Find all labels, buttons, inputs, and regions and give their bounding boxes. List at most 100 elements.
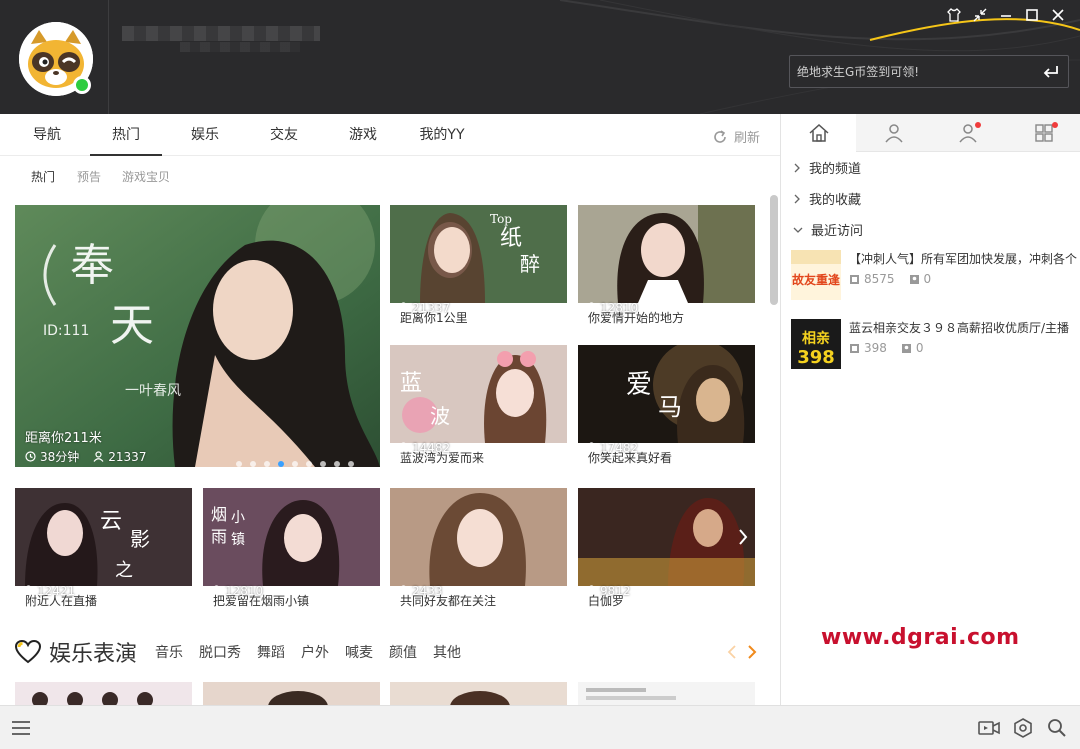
live-card[interactable]: 9812 白伽罗 xyxy=(578,488,755,616)
carousel-dot[interactable] xyxy=(292,461,298,467)
content-scrollbar[interactable] xyxy=(769,195,779,705)
live-card[interactable] xyxy=(203,682,380,705)
carousel-dot[interactable] xyxy=(320,461,326,467)
skin-shirt-icon[interactable] xyxy=(946,6,962,24)
my-channels-label: 我的频道 xyxy=(809,162,862,177)
category-dance[interactable]: 舞蹈 xyxy=(257,642,285,662)
live-card[interactable] xyxy=(390,682,567,705)
enter-icon[interactable] xyxy=(1042,63,1060,81)
tab-profile[interactable] xyxy=(856,114,931,152)
carousel-dot-active[interactable] xyxy=(278,461,284,467)
live-card[interactable]: 云影之 12421 附近人在直播 xyxy=(15,488,192,616)
search-icon[interactable] xyxy=(1046,718,1068,738)
carousel-dot[interactable] xyxy=(236,461,242,467)
category-shout-mic[interactable]: 喊麦 xyxy=(345,642,373,662)
live-card[interactable] xyxy=(15,682,192,705)
chevron-right-icon xyxy=(794,194,800,203)
category-music[interactable]: 音乐 xyxy=(155,642,183,662)
minimize-icon[interactable] xyxy=(998,6,1014,24)
menu-icon[interactable] xyxy=(10,718,32,738)
carousel-dot[interactable] xyxy=(348,461,354,467)
live-card-title[interactable]: 共同好友都在关注 xyxy=(400,592,496,609)
scrollbar-thumb[interactable] xyxy=(770,195,778,305)
tab-my-yy[interactable]: 我的YY xyxy=(410,114,474,156)
header-divider xyxy=(108,0,109,114)
svg-text:蓝: 蓝 xyxy=(400,371,422,396)
tab-home[interactable] xyxy=(781,114,856,152)
live-card[interactable]: 纸醉 Top 21337 距离你1公里 xyxy=(390,205,567,333)
carousel-dot[interactable] xyxy=(334,461,340,467)
category-other[interactable]: 其他 xyxy=(433,642,461,662)
viewers-icon xyxy=(850,274,859,284)
refresh-label: 刷新 xyxy=(734,131,761,146)
signature-blurred xyxy=(180,42,300,52)
live-card-title[interactable]: 白伽罗 xyxy=(588,592,624,609)
tab-friends[interactable] xyxy=(931,114,1006,152)
tab-apps[interactable] xyxy=(1006,114,1080,152)
live-card[interactable]: 蓝波 14482 蓝波湾为爱而来 xyxy=(390,345,567,473)
carousel-dot[interactable] xyxy=(306,461,312,467)
live-card[interactable]: 烟雨小镇 12810 把爱留在烟雨小镇 xyxy=(203,488,380,616)
chevron-left-icon[interactable] xyxy=(727,644,737,660)
live-card[interactable]: 2433 共同好友都在关注 xyxy=(390,488,567,616)
carousel-dot[interactable] xyxy=(250,461,256,467)
live-card[interactable] xyxy=(578,682,755,705)
search-input[interactable] xyxy=(797,63,1027,81)
subtab-hot[interactable]: 热门 xyxy=(31,168,55,185)
svg-text:相亲: 相亲 xyxy=(802,330,830,347)
tab-entertainment[interactable]: 娱乐 xyxy=(178,114,232,156)
tab-social[interactable]: 交友 xyxy=(257,114,311,156)
recent-item-stats: 8575 0 xyxy=(849,272,931,286)
category-looks[interactable]: 颜值 xyxy=(389,642,417,662)
subtab-game-babe[interactable]: 游戏宝贝 xyxy=(122,168,170,185)
live-card-title[interactable]: 你爱情开始的地方 xyxy=(588,309,684,326)
tab-hot[interactable]: 热门 xyxy=(90,114,162,156)
recent-item-fans: 0 xyxy=(923,272,932,286)
live-card-title[interactable]: 附近人在直播 xyxy=(25,592,97,609)
my-channels-toggle[interactable]: 我的频道 xyxy=(793,158,861,177)
svg-text:398: 398 xyxy=(797,347,835,368)
featured-banner[interactable]: 奉 天 ID:111 一叶春风 距离你211米 38分钟 21337 xyxy=(15,205,380,467)
live-card[interactable]: 12810 你爱情开始的地方 xyxy=(578,205,755,333)
live-card-title[interactable]: 把爱留在烟雨小镇 xyxy=(213,592,309,609)
live-card-title[interactable]: 你笑起来真好看 xyxy=(588,449,672,466)
viewers-icon xyxy=(850,343,859,353)
video-record-icon[interactable] xyxy=(978,718,1000,738)
recent-visits-toggle[interactable]: 最近访问 xyxy=(793,220,863,239)
search-box[interactable] xyxy=(789,55,1069,88)
live-card-thumb xyxy=(203,682,380,705)
refresh-button[interactable]: 刷新 xyxy=(712,127,760,146)
svg-text:ID:111: ID:111 xyxy=(43,323,89,339)
recent-item[interactable]: 相亲 398 蓝云相亲交友３９８高薪招收优质厅/主播 398 0 xyxy=(791,319,1080,371)
online-status-dot xyxy=(73,76,91,94)
recent-item-logo: 相亲 398 xyxy=(791,319,841,369)
chevron-right-icon[interactable] xyxy=(747,644,757,660)
recent-item-stats: 398 0 xyxy=(849,341,924,355)
settings-hexagon-icon[interactable] xyxy=(1012,718,1034,738)
live-card-thumb xyxy=(390,682,567,705)
shrink-icon[interactable] xyxy=(972,6,988,24)
subtab-preview[interactable]: 预告 xyxy=(77,168,101,185)
category-talk-show[interactable]: 脱口秀 xyxy=(199,642,241,662)
close-icon[interactable] xyxy=(1050,6,1066,24)
live-card[interactable]: 爱马 17482 你笑起来真好看 xyxy=(578,345,755,473)
carousel-dots xyxy=(236,461,354,467)
category-outdoor[interactable]: 户外 xyxy=(301,642,329,662)
my-favorites-toggle[interactable]: 我的收藏 xyxy=(793,189,861,208)
banner-meta: 38分钟 21337 xyxy=(25,448,146,465)
live-card-title[interactable]: 蓝波湾为爱而来 xyxy=(400,449,484,466)
main-tabs: 导航 热门 娱乐 交友 游戏 我的YY 刷新 xyxy=(0,114,780,156)
svg-text:影: 影 xyxy=(130,527,150,551)
maximize-icon[interactable] xyxy=(1024,6,1040,24)
home-icon xyxy=(809,123,828,142)
recent-item[interactable]: 故友重逢 【冲刺人气】所有军团加快发展，冲刺各个 8575 0 xyxy=(791,250,1080,302)
heart-icon xyxy=(15,640,41,664)
carousel-dot[interactable] xyxy=(264,461,270,467)
site-watermark: www.dgrai.com xyxy=(821,625,1020,650)
username-blurred xyxy=(122,26,320,41)
tab-games[interactable]: 游戏 xyxy=(336,114,390,156)
svg-text:一叶春风: 一叶春风 xyxy=(125,383,181,399)
live-card-title[interactable]: 距离你1公里 xyxy=(400,309,468,326)
live-card-thumb xyxy=(578,682,755,705)
tab-nav[interactable]: 导航 xyxy=(20,114,74,156)
